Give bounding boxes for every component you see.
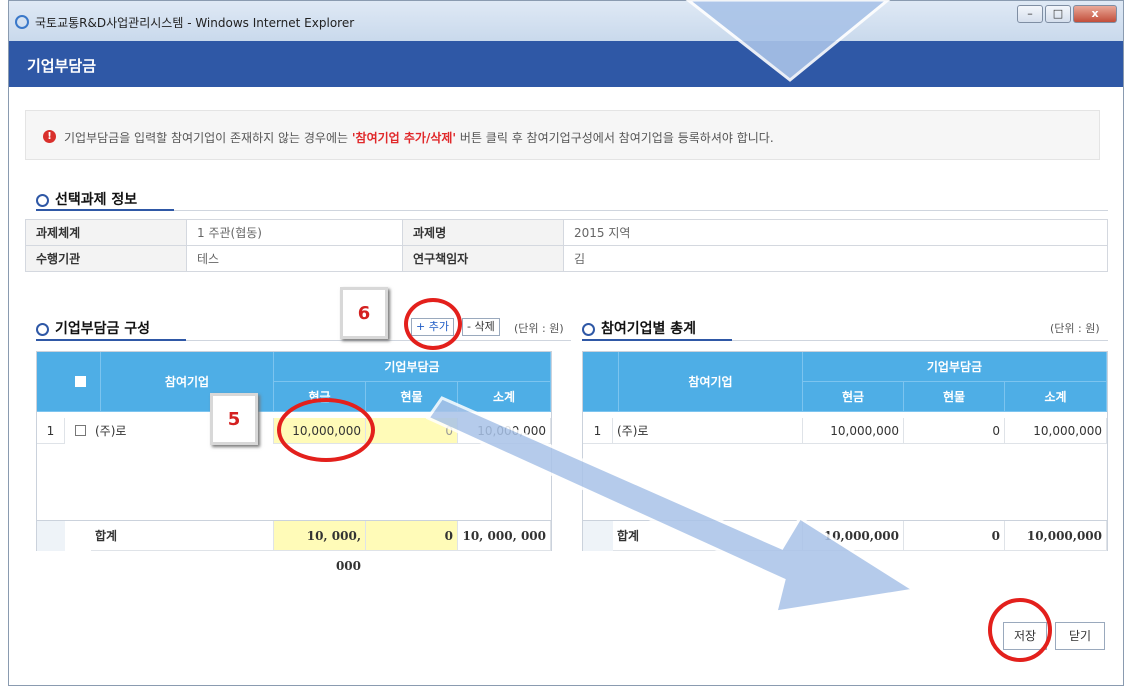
inkind-value: 0	[904, 418, 1005, 444]
app-header: 기업부담금	[9, 41, 1123, 87]
info-label: 수행기관	[25, 245, 187, 272]
notice-text-before: 기업부담금을 입력할 참여기업이 존재하지 않는 경우에는	[64, 131, 352, 145]
section-bullet-icon	[36, 322, 49, 336]
maximize-button[interactable]: □	[1045, 5, 1071, 23]
browser-window: 국토교통R&D사업관리시스템 - Windows Internet Explor…	[8, 0, 1124, 686]
total-row: 합계 10, 000, 000 0 10, 000, 000	[37, 520, 551, 573]
row-checkbox[interactable]	[75, 425, 86, 436]
step-badge: 5	[210, 393, 258, 445]
task-info-title: 선택과제 정보	[36, 189, 137, 209]
subtotal-value: 10,000,000	[1005, 418, 1107, 444]
section-bullet-icon	[582, 322, 595, 336]
delete-company-button[interactable]: - 삭제	[462, 318, 500, 336]
totals-section-title: 참여기업별 총계	[582, 318, 696, 338]
task-info-title-text: 선택과제 정보	[55, 192, 138, 208]
page-title: 기업부담금	[27, 57, 97, 75]
contrib-title-text: 기업부담금 구성	[55, 321, 151, 337]
row-number: 1	[583, 418, 613, 444]
unit-label: (단위 : 원)	[514, 322, 564, 335]
total-row-spacer	[37, 521, 65, 551]
company-name: (주)로	[613, 418, 803, 444]
grid-header-select	[37, 352, 101, 412]
grid-header-subtotal: 소계	[458, 382, 551, 412]
section-bullet-icon	[36, 193, 49, 207]
grid-header-number	[583, 352, 619, 412]
info-label: 과제체계	[25, 219, 187, 246]
total-cash: 10, 000, 000	[274, 521, 366, 573]
highlight-ring	[277, 398, 375, 462]
grid-header-group: 기업부담금	[803, 352, 1107, 382]
total-subtotal: 10, 000, 000	[458, 521, 551, 551]
ie-logo-icon	[15, 15, 29, 29]
total-inkind: 0	[904, 521, 1005, 551]
totals-title-text: 참여기업별 총계	[601, 321, 697, 337]
section-underline	[36, 209, 174, 211]
grid-header-cash: 현금	[803, 382, 904, 412]
total-subtotal: 10,000,000	[1005, 521, 1107, 551]
notice-text-after: 버튼 클릭 후 참여기업구성에서 참여기업을 등록하셔야 합니다.	[456, 131, 774, 145]
info-label: 과제명	[402, 219, 564, 246]
total-row-spacer	[583, 521, 613, 551]
window-title: 국토교통R&D사업관리시스템 - Windows Internet Explor…	[35, 16, 355, 30]
highlight-ring	[404, 298, 462, 350]
notice-box: ! 기업부담금을 입력할 참여기업이 존재하지 않는 경우에는 '참여기업 추가…	[25, 110, 1100, 160]
subtotal-value: 10,000,000	[458, 418, 551, 444]
contrib-section-title: 기업부담금 구성	[36, 318, 150, 338]
inkind-input[interactable]: 0	[366, 418, 458, 444]
total-label: 합계	[613, 521, 803, 551]
grid-header-inkind: 현물	[366, 382, 458, 412]
info-label: 연구책임자	[402, 245, 564, 272]
info-value: 테스	[186, 245, 403, 272]
info-value: 2015 지역	[563, 219, 1108, 246]
step-badge: 6	[340, 287, 388, 339]
total-label: 합계	[91, 521, 274, 551]
unit-label: (단위 : 원)	[1050, 322, 1100, 335]
highlight-ring	[988, 598, 1052, 662]
minimize-button[interactable]: –	[1017, 5, 1043, 23]
select-all-checkbox[interactable]	[75, 376, 86, 387]
close-window-button[interactable]: x	[1073, 5, 1117, 23]
table-row: 수행기관 테스 연구책임자 김	[25, 245, 1108, 272]
section-underline	[36, 339, 186, 341]
close-button[interactable]: 닫기	[1055, 622, 1105, 650]
task-info-table: 과제체계 1 주관(협동) 과제명 2015 지역 수행기관 테스 연구책임자 …	[25, 219, 1108, 272]
grid-header-subtotal: 소계	[1005, 382, 1107, 412]
table-row: 과제체계 1 주관(협동) 과제명 2015 지역	[25, 219, 1108, 246]
info-value: 김	[563, 245, 1108, 272]
grid-header-company: 참여기업	[619, 352, 803, 412]
totals-grid: 참여기업 기업부담금 현금 현물 소계 1 (주)로 10,000,000 0 …	[582, 351, 1108, 551]
section-underline	[582, 339, 732, 341]
cash-value: 10,000,000	[803, 418, 904, 444]
warning-icon: !	[43, 130, 56, 143]
notice-text: 기업부담금을 입력할 참여기업이 존재하지 않는 경우에는 '참여기업 추가/삭…	[64, 129, 774, 146]
row-number: 1	[37, 418, 65, 444]
info-value: 1 주관(협동)	[186, 219, 403, 246]
total-inkind: 0	[366, 521, 458, 551]
grid-header-inkind: 현물	[904, 382, 1005, 412]
grid-header-group: 기업부담금	[274, 352, 551, 382]
total-row: 합계 10,000,000 0 10,000,000	[583, 520, 1107, 551]
total-cash: 10,000,000	[803, 521, 904, 551]
notice-highlight: '참여기업 추가/삭제'	[351, 131, 457, 145]
window-titlebar: 국토교통R&D사업관리시스템 - Windows Internet Explor…	[9, 1, 1123, 42]
window-controls: – □ x	[1017, 5, 1117, 23]
divider	[36, 210, 1108, 211]
